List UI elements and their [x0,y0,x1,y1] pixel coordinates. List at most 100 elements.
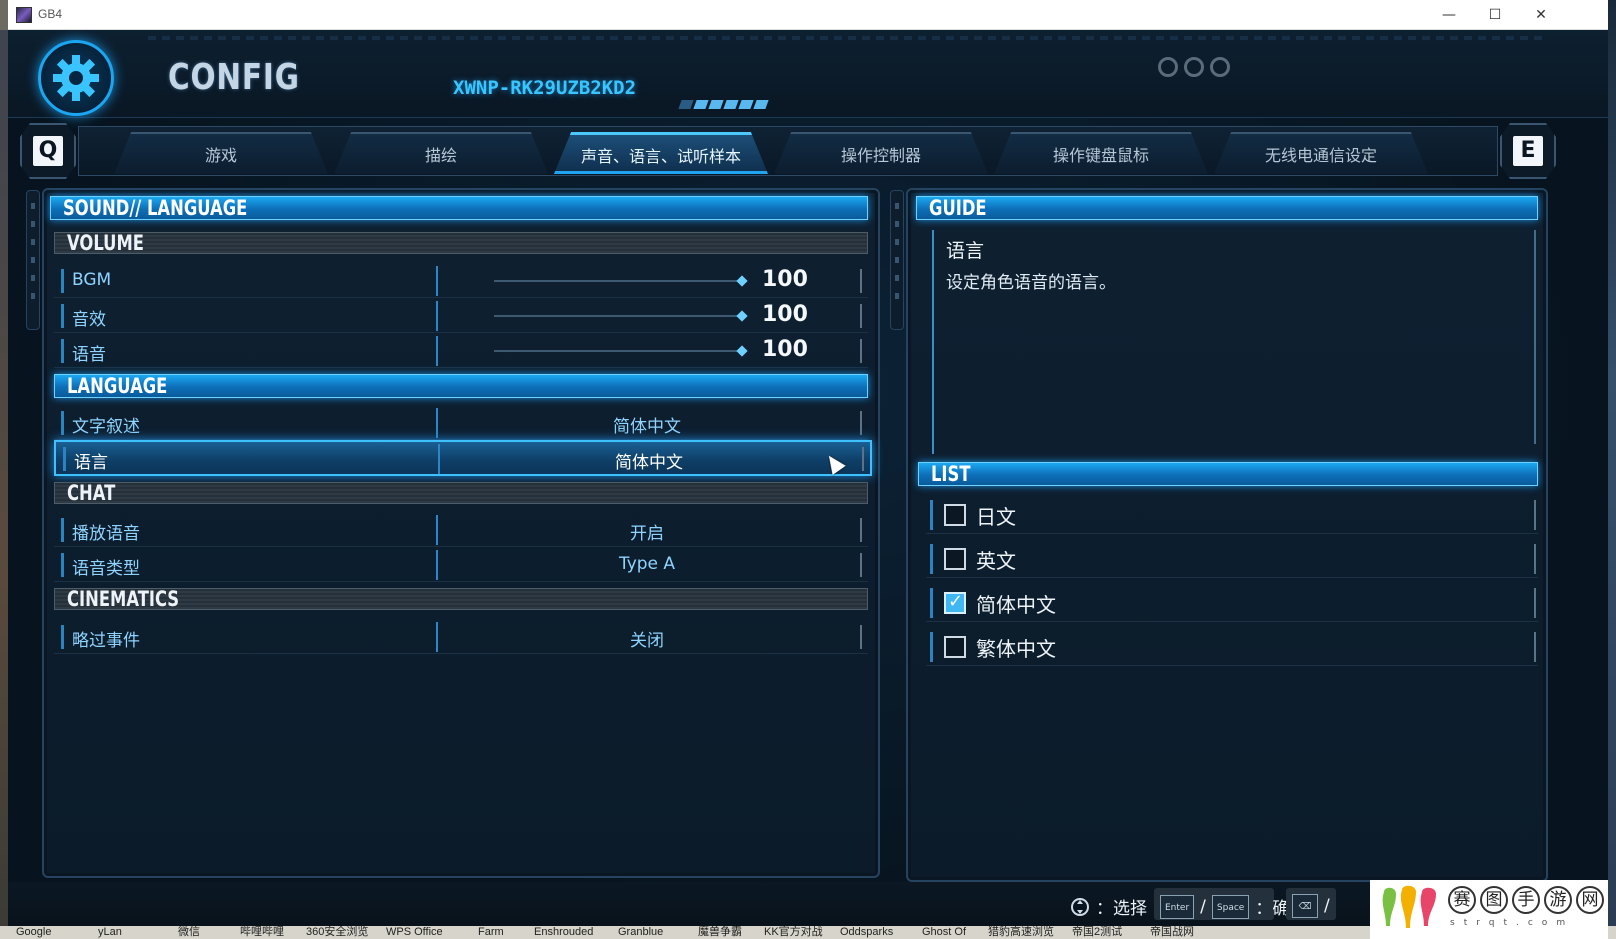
guide-text: 设定角色语音的语言。 [946,273,1116,293]
taskbar-item[interactable]: 哔哩哔哩 [240,926,284,939]
chat-row-play-voice[interactable]: 播放语音 开启 [54,513,868,547]
section-language: LANGUAGE [54,374,868,398]
volume-row-bgm[interactable]: BGM 100 [54,264,868,298]
option-traditional-chinese[interactable]: 繁体中文 [926,628,1538,666]
group-chat: CHAT [54,482,868,504]
slider-knob[interactable] [736,310,748,322]
desktop-background-right [1608,0,1616,939]
progress-pills [678,100,769,109]
option-simplified-chinese[interactable]: 简体中文 [926,584,1538,622]
space-key: Space [1211,894,1250,919]
tab-game[interactable]: 游戏 [114,132,328,174]
taskbar-item[interactable]: KK官方对战 [764,926,823,939]
status-ring-icon [1158,57,1178,77]
taskbar-item[interactable]: 微信 [178,926,200,939]
row-label: 文字叙述 [72,417,140,437]
bgm-slider[interactable] [494,275,748,287]
app-icon [16,7,32,23]
confirm-hint: Enter / Space ：确定 [1160,894,1306,919]
language-row-text[interactable]: 文字叙述 简体中文 [54,406,868,440]
backspace-key: ⌫ [1292,894,1318,918]
row-label: 语言 [74,453,108,473]
taskbar-item[interactable]: 魔兽争霸 [698,926,742,939]
watermark-chars: 赛 图 手 游 网 [1448,886,1604,914]
tab-bar: Q E 游戏 描绘 声音、语言、试听样本 操作控制器 操作键盘鼠标 无线电通信设… [18,120,1598,180]
status-icons [1158,57,1230,77]
close-button[interactable]: ✕ [1518,0,1564,30]
row-label: 播放语音 [72,524,140,544]
tab-graphics[interactable]: 描绘 [334,132,548,174]
voice-slider[interactable] [494,345,748,357]
group-volume: VOLUME [54,232,868,254]
taskbar-item[interactable]: yLan [98,926,122,939]
taskbar-item[interactable]: 帝国战网 [1150,926,1194,939]
tab-sound-language[interactable]: 声音、语言、试听样本 [554,132,768,174]
row-label: BGM [72,270,112,290]
key-separator: / [1324,896,1330,916]
sfx-slider[interactable] [494,310,748,322]
minimize-button[interactable]: — [1426,0,1472,30]
taskbar-item[interactable]: WPS Office [386,926,443,939]
enter-key: Enter [1160,894,1195,919]
row-value: Type A [618,554,676,574]
chat-row-voice-type[interactable]: 语音类型 Type A [54,548,868,582]
config-header: CONFIG XWNP-RK29UZB2KD2 [8,30,1608,118]
row-label: 语音类型 [72,559,140,579]
next-tab-button[interactable]: E [1500,123,1556,179]
row-value: 开启 [630,524,664,544]
option-label: 日文 [976,505,1016,529]
language-row-voice[interactable]: 语言 简体中文 [54,440,872,476]
status-ring-icon [1210,57,1230,77]
taskbar-item[interactable]: Ghost Of [922,926,966,939]
taskbar-item[interactable]: Farm [478,926,504,939]
volume-row-sfx[interactable]: 音效 100 [54,299,868,333]
desktop-background-left [0,30,8,939]
right-side-strip [890,190,904,330]
section-sound-language: SOUND// LANGUAGE [50,196,868,220]
tab-controller[interactable]: 操作控制器 [774,132,988,174]
section-guide: GUIDE [916,196,1538,220]
taskbar-item[interactable]: 帝国2测试 [1072,926,1122,939]
option-japanese[interactable]: 日文 [926,496,1538,534]
tab-keyboard-mouse[interactable]: 操作键盘鼠标 [994,132,1208,174]
back-hint: ⌫ / [1292,894,1330,918]
taskbar-item[interactable]: 360安全浏览 [306,926,368,939]
tab-radio[interactable]: 无线电通信设定 [1214,132,1428,174]
row-value: 关闭 [630,631,664,651]
volume-row-voice[interactable]: 语音 100 [54,334,868,368]
select-label: ：选择 [1096,899,1147,919]
taskbar-item[interactable]: Google [16,926,51,939]
game-viewport: CONFIG XWNP-RK29UZB2KD2 Q E 游戏 描绘 声音、语言、… [8,30,1608,926]
checkbox-traditional-chinese[interactable] [944,636,966,658]
taskbar-item[interactable]: Enshrouded [534,926,593,939]
status-ring-icon [1184,57,1204,77]
header-decoration [148,36,1548,40]
settings-panel: SOUND// LANGUAGE VOLUME BGM 100 音效 100 语… [42,188,880,878]
user-id: XWNP-RK29UZB2KD2 [453,77,637,99]
slider-knob[interactable] [736,275,748,287]
prev-tab-button[interactable]: Q [20,123,76,179]
taskbar-item[interactable]: 猎豹高速浏览 [988,926,1054,939]
watermark: 赛 图 手 游 网 strqt.com [1370,880,1608,939]
row-value: 简体中文 [615,453,683,473]
checkbox-japanese[interactable] [944,504,966,526]
group-cinematics: CINEMATICS [54,588,868,610]
taskbar-item[interactable]: Oddsparks [840,926,893,939]
cinematics-row-skip[interactable]: 略过事件 关闭 [54,620,868,654]
slider-knob[interactable] [736,345,748,357]
section-list: LIST [918,462,1538,486]
option-english[interactable]: 英文 [926,540,1538,578]
watermark-subtitle: strqt.com [1450,918,1575,928]
row-label: 语音 [72,345,106,365]
option-label: 英文 [976,549,1016,573]
voice-value: 100 [762,337,808,362]
checkbox-english[interactable] [944,548,966,570]
checkbox-simplified-chinese[interactable] [944,591,966,614]
left-side-strip [26,190,40,330]
bgm-value: 100 [762,267,808,292]
page-title: CONFIG [168,57,300,98]
maximize-button[interactable]: ☐ [1472,0,1518,30]
taskbar-item[interactable]: Granblue [618,926,663,939]
dpad-icon [1071,897,1089,916]
watermark-logo [1382,885,1436,928]
